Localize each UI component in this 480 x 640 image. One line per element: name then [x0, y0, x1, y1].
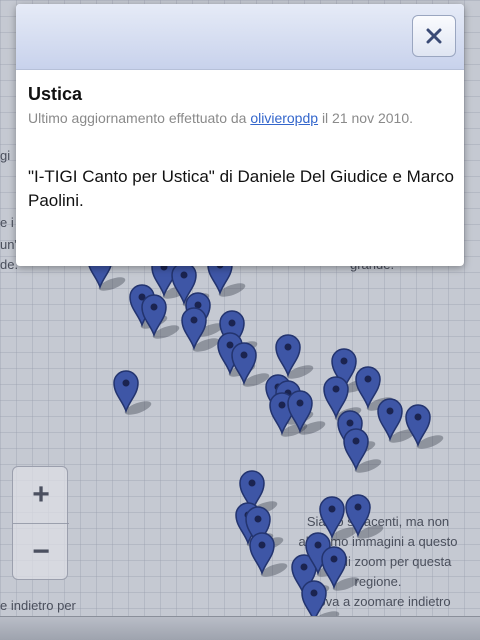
- map-marker[interactable]: [404, 402, 444, 449]
- map-marker[interactable]: [112, 368, 152, 415]
- notice-left-last: e indietro per: [0, 598, 76, 613]
- info-window-description: "I-TIGI Canto per Ustica" di Daniele Del…: [28, 167, 454, 210]
- info-window: Ustica Ultimo aggiornamento effettuato d…: [16, 4, 464, 266]
- map-pin-icon: [287, 390, 326, 435]
- map-no-imagery-notice-left: e indietro per: [0, 596, 76, 616]
- info-window-title: Ustica: [28, 84, 83, 104]
- meta-prefix: Ultimo aggiornamento effettuato da: [28, 110, 247, 126]
- close-button[interactable]: [412, 15, 456, 57]
- map-marker[interactable]: [274, 332, 314, 379]
- map-marker[interactable]: [320, 544, 360, 591]
- map-marker[interactable]: [344, 492, 384, 539]
- map-marker[interactable]: [180, 305, 220, 352]
- info-window-header: [16, 4, 464, 70]
- map-pin-icon: [141, 294, 180, 339]
- map-pin-icon: [377, 398, 416, 443]
- map-pin-icon: [249, 532, 288, 577]
- map-marker[interactable]: [248, 530, 288, 577]
- map-marker[interactable]: [230, 340, 270, 387]
- map-pin-icon: [275, 334, 314, 379]
- map-pin-icon: [343, 428, 382, 473]
- map-pin-icon: [405, 404, 444, 449]
- browser-toolbar: [0, 616, 480, 640]
- map-label-left-3: un': [0, 237, 17, 252]
- meta-suffix: il 21 nov 2010.: [321, 110, 414, 126]
- map-marker[interactable]: [140, 292, 180, 339]
- zoom-control: + −: [12, 466, 69, 580]
- map-marker[interactable]: [376, 396, 416, 443]
- map-label-left-2: e i: [0, 215, 14, 230]
- close-icon: [426, 28, 442, 44]
- zoom-out-button[interactable]: −: [13, 524, 69, 580]
- map-pin-icon: [113, 370, 152, 415]
- map-label-left-1: gi: [0, 148, 11, 163]
- map-pin-icon: [321, 546, 360, 591]
- info-window-meta: Ultimo aggiornamento effettuato da olivi…: [28, 108, 452, 129]
- map-pin-icon: [231, 342, 270, 387]
- map-pin-icon: [345, 494, 384, 539]
- author-link[interactable]: olivieropdp: [250, 110, 318, 126]
- map-marker[interactable]: [342, 426, 382, 473]
- map-pin-icon: [181, 307, 220, 352]
- zoom-in-button[interactable]: +: [13, 467, 69, 523]
- map-marker[interactable]: [286, 388, 326, 435]
